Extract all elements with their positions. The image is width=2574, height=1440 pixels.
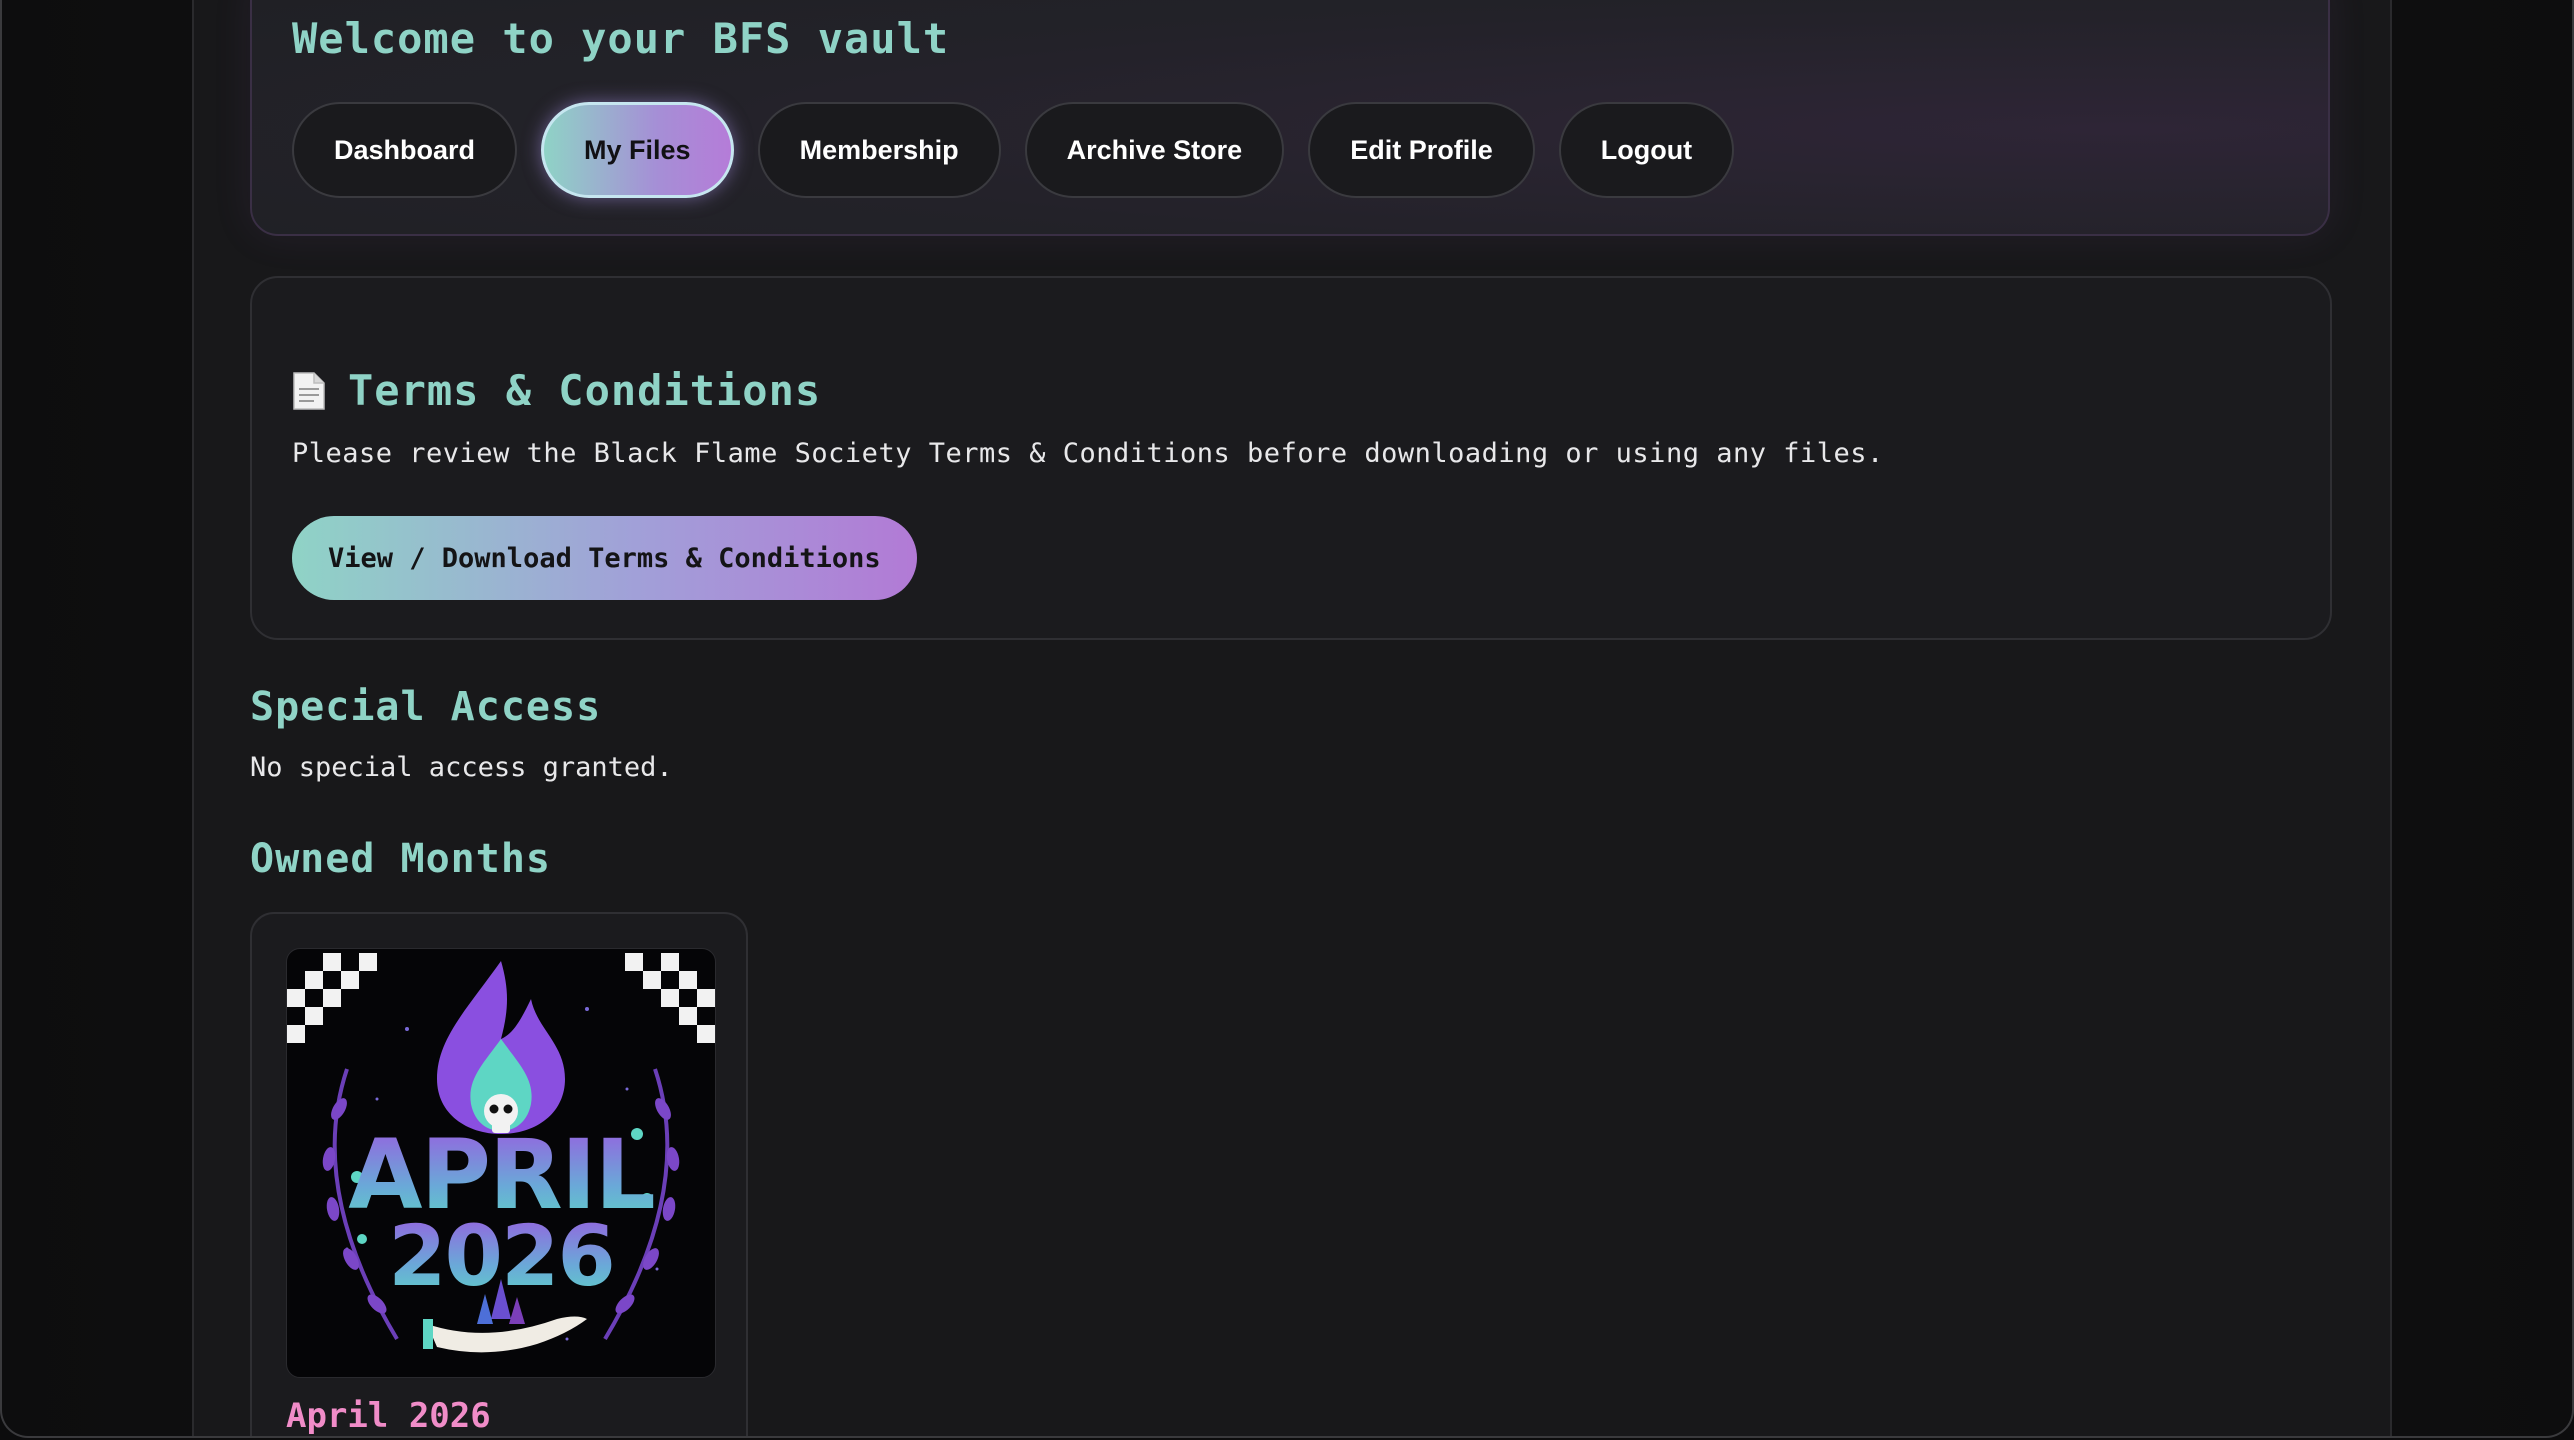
checkered-flag-right [625, 953, 715, 1043]
terms-description: Please review the Black Flame Society Te… [292, 438, 1884, 469]
browser-window: Welcome to your BFS vault Dashboard My F… [0, 0, 2574, 1438]
page-title: Welcome to your BFS vault [292, 14, 950, 63]
terms-title: Terms & Conditions [348, 366, 822, 415]
month-cover-image[interactable]: APRIL 2026 [286, 948, 716, 1378]
owned-months-title: Owned Months [250, 836, 551, 882]
month-label[interactable]: April 2026 [286, 1396, 491, 1436]
view-download-terms-button[interactable]: View / Download Terms & Conditions [292, 516, 917, 600]
month-card-april-2026[interactable]: APRIL 2026 April 2026 [250, 912, 748, 1436]
terms-card: Terms & Conditions Please review the Bla… [250, 276, 2332, 640]
special-access-text: No special access granted. [250, 752, 673, 783]
hand-icon [423, 1316, 587, 1353]
vault-page: Welcome to your BFS vault Dashboard My F… [192, 0, 2392, 1436]
cover-year-text: 2026 [287, 1207, 715, 1305]
nav-logout-button[interactable]: Logout [1558, 102, 1735, 198]
welcome-card: Welcome to your BFS vault Dashboard My F… [250, 0, 2330, 236]
nav-edit-profile-button[interactable]: Edit Profile [1308, 102, 1535, 198]
special-access-title: Special Access [250, 684, 602, 730]
nav-dashboard-button[interactable]: Dashboard [292, 102, 518, 198]
checkered-flag-left [287, 953, 377, 1043]
nav-archive-store-button[interactable]: Archive Store [1024, 102, 1285, 198]
document-icon [292, 371, 326, 411]
nav-my-files-button[interactable]: My Files [541, 102, 734, 198]
main-nav: Dashboard My Files Membership Archive St… [292, 102, 1735, 198]
terms-heading: Terms & Conditions [292, 366, 821, 415]
nav-membership-button[interactable]: Membership [757, 102, 1001, 198]
